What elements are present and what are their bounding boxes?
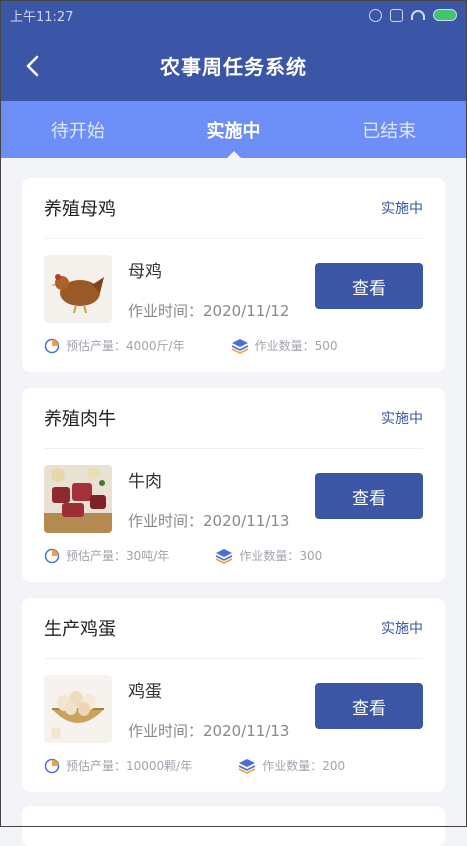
card-body: 牛肉 作业时间：2020/11/13 查看	[44, 465, 423, 533]
estimate-stat: 预估产量：30吨/年	[44, 547, 169, 564]
status-icons	[369, 8, 457, 22]
card-footer: 预估产量：10000颗/年 作业数量：200	[44, 757, 423, 774]
tab-finished[interactable]: 已结束	[311, 101, 467, 158]
product-info: 鸡蛋 作业时间：2020/11/13	[128, 677, 289, 741]
status-badge: 实施中	[381, 201, 423, 217]
layers-icon	[215, 548, 233, 564]
estimate-text: 预估产量：10000颗/年	[66, 759, 193, 773]
battery-icon	[433, 9, 457, 21]
product-name: 母鸡	[128, 262, 162, 282]
wifi-icon	[411, 10, 425, 20]
pie-chart-icon	[44, 758, 60, 773]
tab-bar: 待开始 实施中 已结束	[0, 101, 467, 158]
estimate-stat: 预估产量：10000颗/年	[44, 757, 192, 774]
layers-icon	[231, 338, 248, 354]
status-badge: 实施中	[381, 621, 423, 637]
view-button[interactable]: 查看	[315, 473, 423, 519]
page-title: 农事周任务系统	[160, 55, 307, 79]
task-title: 养殖肉牛	[44, 409, 116, 430]
task-card: 养殖肉牛 实施中 牛肉 作业时间：2020/11/13 查看 预估产量：30吨/…	[22, 388, 445, 582]
work-time: 作业时间：2020/11/12	[128, 302, 290, 320]
quantity-stat: 作业数量：300	[215, 547, 322, 564]
sim-icon	[390, 8, 403, 22]
product-info: 母鸡 作业时间：2020/11/12	[128, 257, 289, 321]
product-image-beef	[44, 465, 112, 533]
task-title: 生产鸡蛋	[44, 619, 116, 640]
header: 农事周任务系统	[0, 30, 467, 101]
card-body: 鸡蛋 作业时间：2020/11/13 查看	[44, 675, 423, 743]
work-time: 作业时间：2020/11/13	[128, 722, 290, 740]
product-image-eggs	[44, 675, 112, 743]
layers-icon	[238, 758, 256, 774]
task-list: 养殖母鸡 实施中 母鸡 作业时间：2020/11/12 查看 预估产量：4000…	[22, 178, 445, 808]
quantity-text: 作业数量：300	[239, 549, 323, 563]
quantity-text: 作业数量：500	[254, 339, 338, 353]
quantity-stat: 作业数量：200	[238, 757, 345, 774]
quantity-text: 作业数量：200	[262, 759, 346, 773]
card-header: 生产鸡蛋 实施中	[44, 598, 423, 659]
product-name: 鸡蛋	[128, 682, 162, 702]
estimate-stat: 预估产量：4000斤/年	[44, 337, 185, 354]
estimate-text: 预估产量：30吨/年	[66, 549, 170, 563]
product-info: 牛肉 作业时间：2020/11/13	[128, 467, 289, 531]
quantity-stat: 作业数量：500	[231, 337, 338, 354]
alarm-icon	[369, 8, 382, 22]
task-card: 生产鸡蛋 实施中 鸡蛋 作业时间：2020/11/13 查看 预估产量：1000…	[22, 598, 445, 792]
product-image-chicken	[44, 255, 112, 323]
card-header: 养殖母鸡 实施中	[44, 178, 423, 239]
pie-chart-icon	[44, 338, 60, 353]
card-footer: 预估产量：4000斤/年 作业数量：500	[44, 337, 423, 354]
card-body: 母鸡 作业时间：2020/11/12 查看	[44, 255, 423, 323]
task-title: 养殖母鸡	[44, 199, 116, 220]
view-button[interactable]: 查看	[315, 263, 423, 309]
task-card-partial	[22, 806, 445, 846]
tab-in-progress[interactable]: 实施中	[156, 101, 312, 158]
card-footer: 预估产量：30吨/年 作业数量：300	[44, 547, 423, 564]
status-badge: 实施中	[381, 411, 423, 427]
pie-chart-icon	[44, 548, 60, 563]
back-arrow-icon[interactable]	[20, 53, 46, 79]
tab-pending[interactable]: 待开始	[0, 101, 156, 158]
work-time: 作业时间：2020/11/13	[128, 512, 290, 530]
estimate-text: 预估产量：4000斤/年	[66, 339, 185, 353]
top-bar: 上午11:27 农事周任务系统	[0, 0, 467, 101]
status-time: 上午11:27	[10, 9, 74, 25]
view-button[interactable]: 查看	[315, 683, 423, 729]
product-name: 牛肉	[128, 472, 162, 492]
task-card: 养殖母鸡 实施中 母鸡 作业时间：2020/11/12 查看 预估产量：4000…	[22, 178, 445, 372]
status-bar: 上午11:27	[0, 0, 467, 30]
card-header: 养殖肉牛 实施中	[44, 388, 423, 449]
